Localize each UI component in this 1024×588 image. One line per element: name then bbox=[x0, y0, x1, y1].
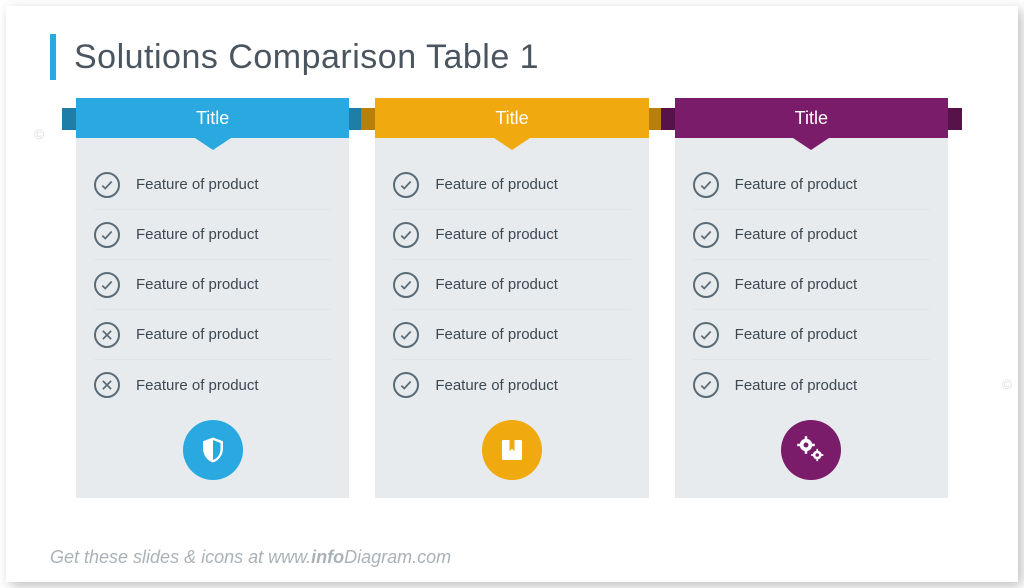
feature-row: Feature of product bbox=[693, 310, 930, 360]
feature-label: Feature of product bbox=[735, 326, 858, 343]
feature-row: Feature of product bbox=[393, 260, 630, 310]
comparison-column: Title Feature of productFeature of produ… bbox=[375, 106, 648, 498]
column-ribbon: Title bbox=[661, 98, 962, 148]
check-icon bbox=[393, 222, 419, 248]
feature-row: Feature of product bbox=[94, 260, 331, 310]
column-ribbon: Title bbox=[361, 98, 662, 148]
feature-label: Feature of product bbox=[136, 377, 259, 394]
feature-row: Feature of product bbox=[693, 210, 930, 260]
column-title-text: Title bbox=[196, 108, 229, 129]
feature-label: Feature of product bbox=[735, 176, 858, 193]
column-icon-circle bbox=[781, 420, 841, 480]
feature-list: Feature of product Feature of product Feat… bbox=[393, 160, 630, 410]
feature-list: Feature of product Feature of product Feat… bbox=[693, 160, 930, 410]
check-icon bbox=[94, 222, 120, 248]
feature-row: Feature of product bbox=[94, 310, 331, 360]
feature-label: Feature of product bbox=[735, 276, 858, 293]
feature-row: Feature of product bbox=[693, 260, 930, 310]
title-accent-bar bbox=[50, 34, 56, 80]
check-icon bbox=[94, 272, 120, 298]
column-title: Title bbox=[76, 98, 349, 138]
feature-label: Feature of product bbox=[136, 226, 259, 243]
footer-prefix: Get these slides & icons at www. bbox=[50, 547, 311, 567]
ribbon-ear-left bbox=[661, 108, 675, 130]
comparison-column: Title Feature of productFeature of produ… bbox=[76, 106, 349, 498]
slide: Solutions Comparison Table 1 © © Title F… bbox=[6, 6, 1018, 582]
cross-icon bbox=[94, 372, 120, 398]
feature-label: Feature of product bbox=[435, 326, 558, 343]
feature-label: Feature of product bbox=[435, 276, 558, 293]
footer-suffix: .com bbox=[412, 547, 451, 567]
feature-label: Feature of product bbox=[136, 176, 259, 193]
check-icon bbox=[393, 172, 419, 198]
feature-row: Feature of product bbox=[393, 360, 630, 410]
feature-label: Feature of product bbox=[136, 326, 259, 343]
footer-attribution: Get these slides & icons at www.infoDiag… bbox=[50, 547, 451, 568]
box-icon bbox=[497, 435, 527, 465]
feature-row: Feature of product bbox=[693, 160, 930, 210]
feature-row: Feature of product bbox=[94, 160, 331, 210]
check-icon bbox=[693, 222, 719, 248]
column-title-text: Title bbox=[495, 108, 528, 129]
feature-row: Feature of product bbox=[393, 310, 630, 360]
feature-row: Feature of product bbox=[94, 210, 331, 260]
slide-title: Solutions Comparison Table 1 bbox=[74, 38, 539, 77]
comparison-columns: Title Feature of productFeature of produ… bbox=[50, 106, 974, 498]
column-title: Title bbox=[375, 98, 648, 138]
check-icon bbox=[393, 272, 419, 298]
watermark-right: © bbox=[1002, 376, 1012, 392]
footer-brand-bold: info bbox=[311, 547, 344, 567]
column-icon-circle bbox=[183, 420, 243, 480]
ribbon-ear-left bbox=[62, 108, 76, 130]
feature-label: Feature of product bbox=[735, 226, 858, 243]
cross-icon bbox=[94, 322, 120, 348]
ribbon-ear-left bbox=[361, 108, 375, 130]
feature-label: Feature of product bbox=[435, 176, 558, 193]
feature-label: Feature of product bbox=[435, 226, 558, 243]
column-title-text: Title bbox=[795, 108, 828, 129]
shield-icon bbox=[198, 435, 228, 465]
gears-icon bbox=[796, 435, 826, 465]
footer-brand-rest: Diagram bbox=[344, 547, 412, 567]
feature-list: Feature of product Feature of product Feat… bbox=[94, 160, 331, 410]
column-title: Title bbox=[675, 98, 948, 138]
check-icon bbox=[693, 372, 719, 398]
column-ribbon: Title bbox=[62, 98, 363, 148]
feature-label: Feature of product bbox=[435, 377, 558, 394]
title-row: Solutions Comparison Table 1 bbox=[50, 34, 974, 80]
check-icon bbox=[693, 272, 719, 298]
comparison-column: Title Feature of productFeature of produ… bbox=[675, 106, 948, 498]
ribbon-ear-right bbox=[948, 108, 962, 130]
check-icon bbox=[693, 172, 719, 198]
check-icon bbox=[94, 172, 120, 198]
watermark-left: © bbox=[34, 126, 44, 142]
check-icon bbox=[693, 322, 719, 348]
column-icon-circle bbox=[482, 420, 542, 480]
feature-row: Feature of product bbox=[393, 210, 630, 260]
feature-row: Feature of product bbox=[693, 360, 930, 410]
feature-row: Feature of product bbox=[94, 360, 331, 410]
feature-label: Feature of product bbox=[735, 377, 858, 394]
feature-row: Feature of product bbox=[393, 160, 630, 210]
feature-label: Feature of product bbox=[136, 276, 259, 293]
check-icon bbox=[393, 322, 419, 348]
check-icon bbox=[393, 372, 419, 398]
